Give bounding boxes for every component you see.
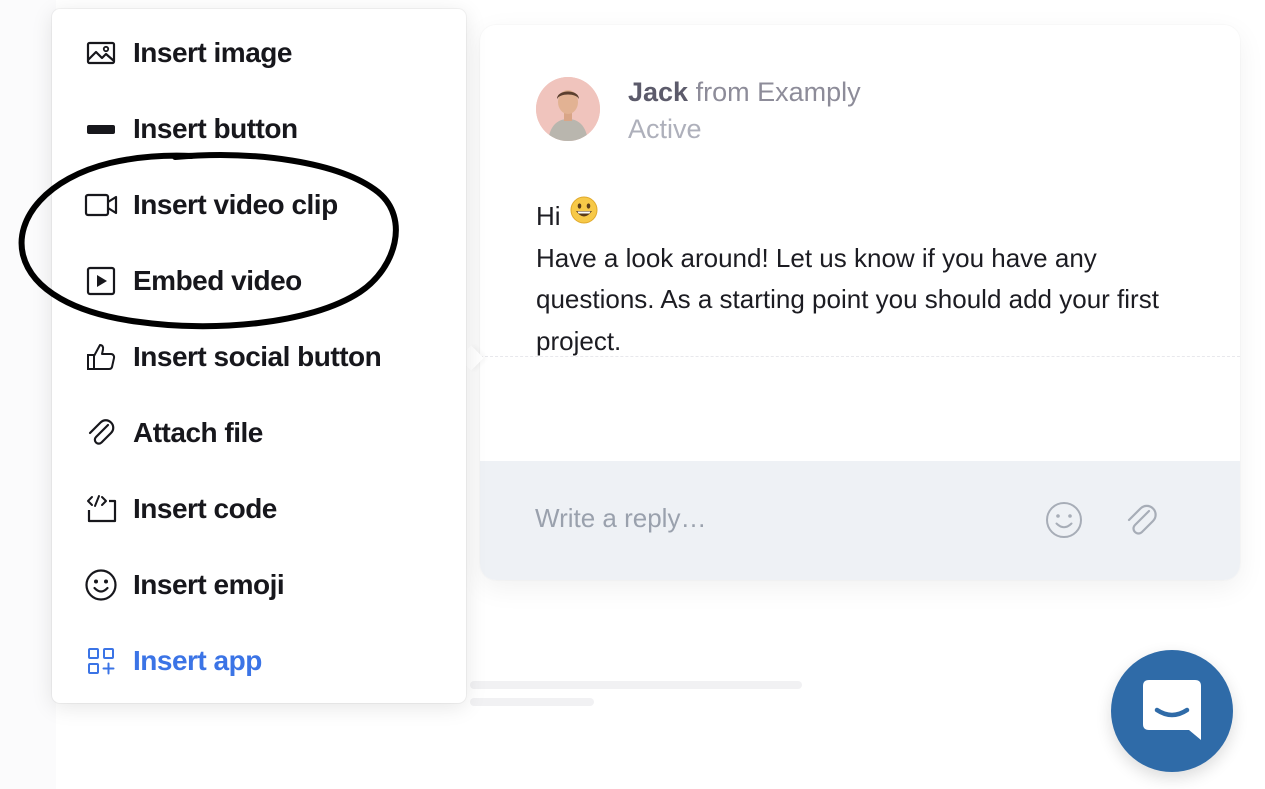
menu-item-label: Insert emoji [133,569,285,600]
message-greeting: Hi [536,200,561,231]
agent-avatar [536,77,600,141]
thumbs-up-icon [84,340,118,374]
chat-card: Jack from Examply Active Hi Have a look … [480,25,1240,580]
agent-name: Jack [628,77,689,107]
menu-item-insert-image[interactable]: Insert image [52,23,466,83]
play-icon [84,264,118,298]
agent-org: from Examply [695,77,861,107]
message-divider [480,356,1240,357]
code-icon [84,492,118,526]
grinning-face-emoji-icon [569,195,599,238]
message-body: Have a look around! Let us know if you h… [536,242,1159,356]
menu-item-insert-button[interactable]: Insert button [52,99,466,159]
page-backdrop [0,0,56,789]
menu-item-embed-video[interactable]: Embed video [52,251,466,311]
background-placeholder-line [470,698,594,706]
menu-item-label: Insert app [133,645,262,676]
messenger-launcher-button[interactable] [1111,650,1233,772]
apps-grid-icon [84,644,118,678]
menu-item-label: Insert image [133,37,292,68]
button-icon [84,112,118,146]
menu-item-insert-code[interactable]: Insert code [52,479,466,539]
menu-item-label: Insert code [133,493,277,524]
chat-bubble-icon [1143,680,1201,740]
menu-item-insert-social-button[interactable]: Insert social button [52,327,466,387]
message-bubble: Hi Have a look around! Let us know if yo… [536,195,1196,362]
menu-item-label: Insert social button [133,341,382,372]
menu-item-label: Attach file [133,417,263,448]
menu-item-label: Insert button [133,113,298,144]
menu-item-label: Insert video clip [133,189,338,220]
agent-status: Active [628,114,702,144]
menu-item-insert-app[interactable]: Insert app [52,631,466,691]
menu-item-insert-video-clip[interactable]: Insert video clip [52,175,466,235]
background-placeholder-line [470,681,802,689]
reply-input[interactable]: Write a reply… [535,503,706,534]
reply-composer[interactable]: Write a reply… [480,461,1240,580]
agent-title: Jack from Examply [628,77,861,108]
attach-file-button[interactable] [1120,500,1160,540]
paperclip-icon [84,416,118,450]
menu-item-attach-file[interactable]: Attach file [52,403,466,463]
menu-item-insert-emoji[interactable]: Insert emoji [52,555,466,615]
menu-item-label: Embed video [133,265,302,296]
smiley-icon [1046,502,1082,538]
paperclip-icon [1127,504,1157,535]
video-camera-icon [84,188,118,222]
image-icon [84,36,118,70]
emoji-picker-button[interactable] [1044,500,1084,540]
insert-menu: Insert image Insert button Insert video … [52,9,466,703]
smiley-icon [84,568,118,602]
